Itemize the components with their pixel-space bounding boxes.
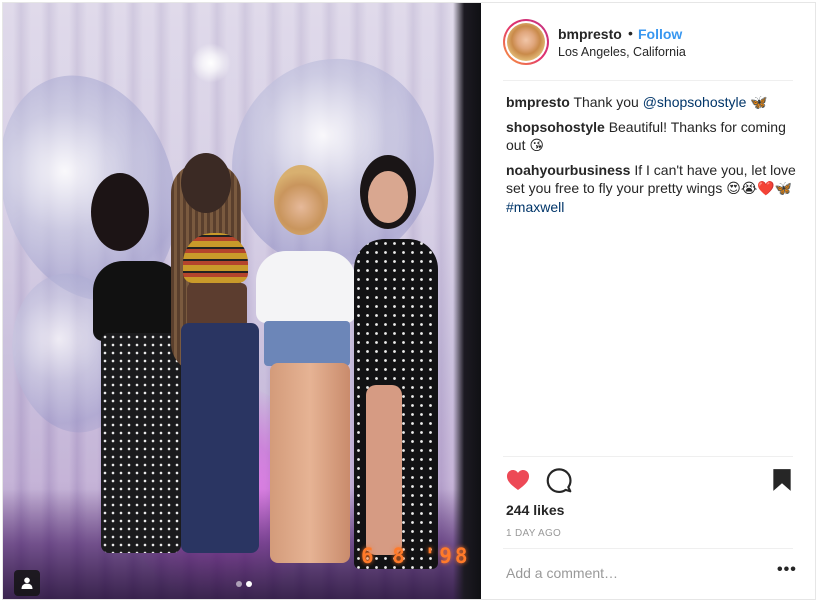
post-sidebar: bmpresto • Follow Los Angeles, Californi… [482, 3, 815, 599]
comment-username[interactable]: noahyourbusiness [506, 162, 630, 178]
comment-username[interactable]: shopsohostyle [506, 119, 605, 135]
avatar[interactable] [507, 23, 545, 61]
comment: noahyourbusiness If I can't have you, le… [506, 161, 796, 216]
comments-list: bmpresto Thank you @shopsohostyle 🦋 shop… [506, 93, 796, 222]
post-timestamp: 1 DAY AGO [506, 528, 562, 539]
hashtag-link[interactable]: #maxwell [506, 199, 564, 215]
ceiling-light [191, 43, 231, 83]
tagged-users-button[interactable] [14, 570, 40, 596]
post-header: bmpresto • Follow Los Angeles, Californi… [482, 3, 815, 80]
divider [503, 548, 793, 549]
story-ring[interactable] [503, 19, 549, 65]
carousel-dot-active[interactable] [246, 581, 252, 587]
header-separator: • [628, 25, 633, 41]
mention-link[interactable]: @shopsohostyle [643, 94, 747, 110]
add-comment-input[interactable] [506, 561, 746, 585]
comment-username[interactable]: bmpresto [506, 94, 570, 110]
post-photo[interactable]: 6 8 '98 [3, 3, 481, 599]
divider [503, 80, 793, 81]
photo-edge-shadow [453, 3, 481, 599]
heart-icon[interactable] [505, 467, 531, 493]
comment: bmpresto Thank you @shopsohostyle 🦋 [506, 93, 796, 112]
carousel-dot[interactable] [236, 581, 242, 587]
header-username[interactable]: bmpresto [558, 26, 622, 42]
person-icon [21, 577, 33, 589]
likes-count[interactable]: 244 likes [506, 502, 564, 518]
action-bar [503, 465, 795, 495]
emoji-group-icon: 😍😭❤️🦋 [726, 181, 793, 197]
kiss-emoji-icon: 😘 [529, 138, 544, 154]
bookmark-icon[interactable] [769, 467, 795, 493]
comment: shopsohostyle Beautiful! Thanks for comi… [506, 118, 796, 155]
photo-datestamp: 6 8 '98 [361, 544, 471, 568]
divider [503, 456, 793, 457]
more-options-button[interactable]: ••• [777, 561, 797, 579]
location-link[interactable]: Los Angeles, California [558, 45, 686, 59]
butterfly-emoji-icon: 🦋 [750, 95, 768, 111]
comment-icon[interactable] [546, 467, 572, 493]
carousel-indicator [236, 581, 252, 587]
follow-button[interactable]: Follow [638, 26, 682, 42]
comment-text: Thank you [573, 94, 643, 110]
